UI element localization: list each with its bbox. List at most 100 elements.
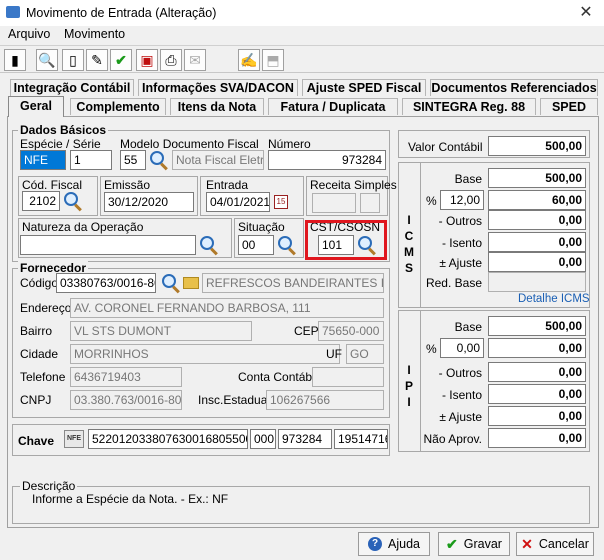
nao-aprov-input[interactable]: 0,00 bbox=[488, 428, 586, 448]
icms-ajuste-input[interactable]: 0,00 bbox=[488, 252, 586, 272]
chave-part3[interactable]: 973284 bbox=[278, 429, 332, 449]
serie-input[interactable]: 1 bbox=[70, 150, 112, 170]
tab-integracao-contabil[interactable]: Integração Contábil bbox=[10, 79, 134, 96]
calendar-icon[interactable]: 15 bbox=[272, 192, 290, 212]
receita-simples-input2[interactable] bbox=[360, 193, 380, 213]
nao-aprov-label: Não Aprov. bbox=[423, 432, 482, 446]
ipi-base-input[interactable]: 500,00 bbox=[488, 316, 586, 336]
close-icon[interactable]: ✕ bbox=[576, 3, 596, 23]
app-icon bbox=[6, 6, 20, 18]
icms-pct-input[interactable]: 12,00 bbox=[440, 190, 484, 210]
toolbar: ▮ 🔍 ▯ ✎ ✔ ▣ ⎙ ✉ ✍ ⬒ bbox=[0, 45, 604, 73]
conta-contabil-label: Conta Contábil bbox=[238, 370, 318, 384]
chave-part2[interactable]: 000 bbox=[250, 429, 276, 449]
iss-document-icon[interactable]: ✍ bbox=[238, 49, 260, 71]
situacao-search-icon[interactable] bbox=[276, 235, 298, 255]
red-base-label: Red. Base bbox=[425, 276, 482, 290]
folder-icon[interactable] bbox=[180, 273, 202, 293]
codigo-search-icon[interactable] bbox=[160, 273, 182, 293]
nfe-icon[interactable]: NFE bbox=[64, 430, 84, 448]
icms-ajuste-label: ± Ajuste bbox=[439, 256, 482, 270]
endereco-value: AV. CORONEL FERNANDO BARBOSA, 111 bbox=[70, 298, 384, 318]
menu-movimento[interactable]: Movimento bbox=[64, 27, 125, 41]
situacao-input[interactable]: 00 bbox=[238, 235, 274, 255]
cep-label: CEP bbox=[294, 324, 319, 338]
confirm-check-icon[interactable]: ✔ bbox=[110, 49, 132, 71]
export-icon[interactable]: ⬒ bbox=[262, 49, 284, 71]
tab-informacoes-sva-dacon[interactable]: Informações SVA/DACON bbox=[138, 79, 298, 96]
emissao-label: Emissão bbox=[104, 178, 151, 192]
modelo-label: Modelo Documento Fiscal bbox=[120, 137, 259, 151]
cod-fiscal-search-icon[interactable] bbox=[62, 191, 84, 211]
tab-documentos-referenciados[interactable]: Documentos Referenciados bbox=[430, 79, 598, 96]
cst-csosn-highlight bbox=[305, 220, 387, 260]
ipi-ajuste-input[interactable]: 0,00 bbox=[488, 406, 586, 426]
icms-outros-label: - Outros bbox=[438, 214, 482, 228]
natureza-input[interactable] bbox=[20, 235, 196, 255]
print-icon[interactable]: ⎙ bbox=[160, 49, 182, 71]
telefone-value: 6436719403 bbox=[70, 367, 182, 387]
tab-geral[interactable]: Geral bbox=[8, 96, 64, 117]
icms-title: ICMS bbox=[404, 213, 414, 275]
icms-outros-input[interactable]: 0,00 bbox=[488, 210, 586, 230]
numero-input[interactable]: 973284 bbox=[268, 150, 386, 170]
emissao-input[interactable]: 30/12/2020 bbox=[104, 192, 194, 212]
valor-contabil-input[interactable]: 500,00 bbox=[488, 136, 586, 156]
insc-estadual-label: Insc.Estadual bbox=[198, 393, 271, 407]
especie-input[interactable]: NFE bbox=[20, 150, 66, 170]
cancelar-button[interactable]: ✕ Cancelar bbox=[516, 532, 594, 556]
chave-part1[interactable]: 52201203380763001680550001 bbox=[88, 429, 248, 449]
telefone-label: Telefone bbox=[20, 370, 66, 384]
gravar-label: Gravar bbox=[463, 537, 502, 551]
gravar-button[interactable]: ✔ Gravar bbox=[438, 532, 510, 556]
tab-ajuste-sped-fiscal[interactable]: Ajuste SPED Fiscal bbox=[302, 79, 426, 96]
ipi-isento-input[interactable]: 0,00 bbox=[488, 384, 586, 404]
icms-isento-input[interactable]: 0,00 bbox=[488, 232, 586, 252]
detalhe-icms-link[interactable]: Detalhe ICMS bbox=[518, 293, 590, 305]
modelo-description: Nota Fiscal Eletrôn bbox=[172, 150, 264, 170]
descricao-title: Descrição bbox=[20, 479, 78, 493]
cancelar-label: Cancelar bbox=[538, 537, 589, 551]
check-icon: ✔ bbox=[446, 535, 458, 552]
codigo-input[interactable]: 03380763/0016-80 bbox=[56, 273, 156, 293]
edit-document-icon[interactable]: ✎ bbox=[86, 49, 108, 71]
exit-icon[interactable]: ▮ bbox=[4, 49, 26, 71]
chave-part4[interactable]: 1951471654 bbox=[334, 429, 388, 449]
delete-icon[interactable]: ▣ bbox=[136, 49, 158, 71]
menu-bar: Arquivo Movimento bbox=[0, 26, 604, 44]
menu-arquivo[interactable]: Arquivo bbox=[8, 27, 50, 41]
natureza-search-icon[interactable] bbox=[198, 235, 220, 255]
red-base-input[interactable] bbox=[488, 272, 586, 292]
endereco-label: Endereço bbox=[20, 301, 72, 315]
natureza-label: Natureza da Operação bbox=[22, 220, 144, 234]
icms-isento-label: - Isento bbox=[441, 236, 482, 250]
ipi-outros-input[interactable]: 0,00 bbox=[488, 362, 586, 382]
ipi-ajuste-label: ± Ajuste bbox=[439, 410, 482, 424]
tab-fatura-duplicata[interactable]: Fatura / Duplicata bbox=[268, 98, 398, 115]
tab-itens-da-nota[interactable]: Itens da Nota bbox=[170, 98, 264, 115]
ipi-base-label: Base bbox=[454, 320, 482, 334]
entrada-input[interactable]: 04/01/2021 bbox=[206, 192, 270, 212]
ipi-pct-input[interactable]: 0,00 bbox=[440, 338, 484, 358]
icms-base-input[interactable]: 500,00 bbox=[488, 168, 586, 188]
tab-complemento[interactable]: Complemento bbox=[70, 98, 166, 115]
situacao-label: Situação bbox=[238, 220, 285, 234]
new-document-icon[interactable]: ▯ bbox=[62, 49, 84, 71]
cod-fiscal-input[interactable]: 2102 bbox=[22, 191, 60, 211]
fornecedor-nome: REFRESCOS BANDEIRANTES IND. bbox=[202, 273, 384, 293]
ipi-outros-label: - Outros bbox=[438, 366, 482, 380]
email-icon[interactable]: ✉ bbox=[184, 49, 206, 71]
search-icon[interactable]: 🔍 bbox=[36, 49, 58, 71]
icms-valor-input[interactable]: 60,00 bbox=[488, 190, 586, 210]
tab-sintegra-reg-88[interactable]: SINTEGRA Reg. 88 bbox=[402, 98, 536, 115]
cidade-value: MORRINHOS bbox=[70, 344, 340, 364]
modelo-search-icon[interactable] bbox=[148, 150, 170, 170]
cep-value: 75650-000 bbox=[318, 321, 384, 341]
ipi-title: IPI bbox=[404, 363, 413, 409]
ipi-valor-input[interactable]: 0,00 bbox=[488, 338, 586, 358]
receita-simples-input1[interactable] bbox=[312, 193, 356, 213]
ajuda-button[interactable]: ? Ajuda bbox=[358, 532, 430, 556]
help-icon: ? bbox=[368, 537, 382, 551]
tab-sped[interactable]: SPED bbox=[540, 98, 598, 115]
modelo-input[interactable]: 55 bbox=[120, 150, 146, 170]
